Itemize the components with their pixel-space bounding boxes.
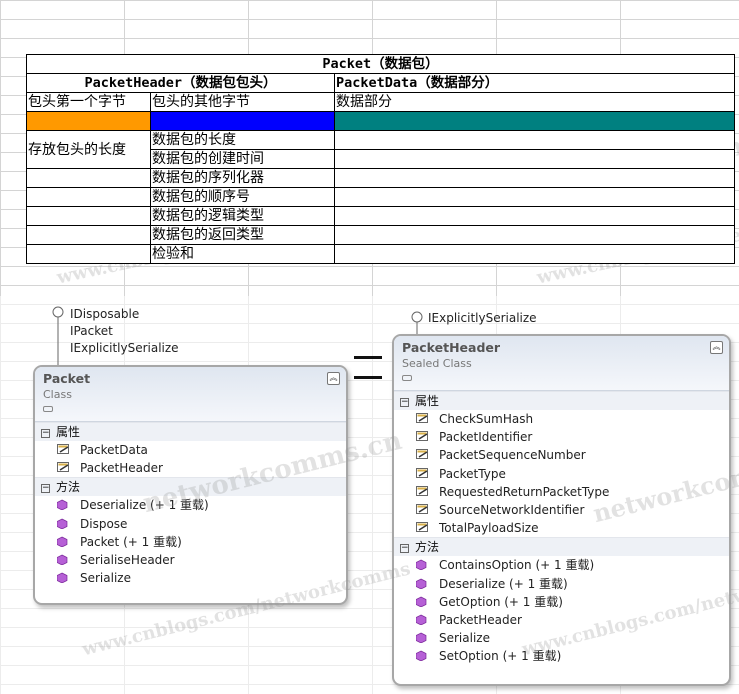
header-item: 数据包的逻辑类型: [150, 206, 335, 226]
property-icon: [416, 431, 428, 442]
methods-section[interactable]: − 方法: [394, 537, 729, 557]
interface-label: IDisposable: [70, 307, 140, 321]
properties-section[interactable]: − 属性: [394, 391, 729, 410]
packet-interface-lollipop: [52, 306, 64, 366]
property-icon: [416, 413, 428, 423]
method-icon: [416, 650, 427, 662]
method-row[interactable]: Dispose: [35, 515, 346, 533]
interface-label: IExplicitlySerialize: [70, 341, 179, 355]
properties-section[interactable]: − 属性: [35, 422, 346, 441]
data-color: [334, 111, 735, 131]
method-row[interactable]: Packet (+ 1 重载): [35, 533, 346, 551]
property-icon: [416, 467, 428, 478]
interface-label: IPacket: [70, 324, 113, 338]
method-icon: [416, 632, 427, 644]
class-kind: Class: [43, 388, 72, 401]
method-icon: [57, 572, 68, 584]
header-interface-lollipop: [411, 311, 423, 335]
header-item: 数据包的长度: [150, 130, 335, 150]
first-byte-color: [26, 111, 151, 131]
packet-structure-table: Packet（数据包） PacketHeader（数据包包头） PacketDa…: [26, 54, 735, 264]
section-title: 属性: [56, 425, 81, 439]
class-header: Packet Class ︽: [35, 367, 346, 422]
class-kind: Sealed Class: [402, 357, 472, 370]
method-icon: [57, 518, 68, 529]
header-column-title: PacketHeader（数据包包头）: [26, 73, 335, 93]
section-title: 方法: [415, 540, 440, 555]
header-item: 数据包的顺序号: [150, 187, 335, 207]
method-icon: [416, 614, 427, 625]
header-item: 数据包的返回类型: [150, 225, 335, 245]
collapse-section-icon[interactable]: −: [400, 398, 409, 407]
method-icon: [416, 578, 427, 589]
class-header: PacketHeader Sealed Class ︽: [394, 336, 729, 391]
property-row[interactable]: PacketIdentifier: [394, 428, 729, 446]
property-icon: [57, 444, 69, 454]
method-row[interactable]: SerialiseHeader: [35, 551, 346, 569]
property-icon: [416, 485, 428, 496]
class-name: Packet: [43, 371, 91, 386]
header-item: 检验和: [150, 244, 335, 264]
first-byte-label: 包头第一个字节: [26, 92, 151, 112]
property-icon: [57, 462, 69, 473]
other-bytes-label: 包头的其他字节: [150, 92, 335, 112]
collapse-icon[interactable]: ︽: [327, 372, 340, 385]
table-title: Packet（数据包）: [26, 54, 735, 74]
method-icon: [416, 559, 427, 571]
property-row[interactable]: TotalPayloadSize: [394, 519, 729, 537]
property-icon: [416, 522, 428, 533]
interface-label: IExplicitlySerialize: [428, 311, 537, 325]
property-icon: [416, 449, 428, 460]
section-title: 方法: [56, 480, 81, 495]
first-byte-desc: 存放包头的长度: [26, 130, 151, 169]
packet-interfaces: IDisposable IPacket IExplicitlySerialize: [70, 306, 179, 357]
method-row[interactable]: Deserialize (+ 1 重载): [394, 575, 729, 593]
property-row[interactable]: PacketSequenceNumber: [394, 446, 729, 464]
association-line: [354, 376, 382, 379]
property-icon: [416, 503, 428, 514]
details-icon: [402, 375, 412, 381]
collapse-section-icon[interactable]: −: [41, 484, 50, 494]
data-column-title: PacketData（数据部分）: [334, 73, 735, 93]
section-title: 属性: [415, 394, 440, 408]
data-part-label: 数据部分: [334, 92, 735, 112]
header-item: 数据包的创建时间: [150, 149, 335, 169]
header-item: 数据包的序列化器: [150, 168, 335, 188]
class-name: PacketHeader: [402, 340, 501, 355]
collapse-icon[interactable]: ︽: [710, 341, 723, 354]
association-line: [354, 356, 382, 359]
method-icon: [57, 554, 68, 565]
property-row[interactable]: CheckSumHash: [394, 410, 729, 428]
method-icon: [57, 536, 68, 547]
other-bytes-color: [150, 111, 335, 131]
collapse-section-icon[interactable]: −: [400, 544, 409, 554]
details-icon: [43, 406, 53, 412]
method-row[interactable]: ContainsOption (+ 1 重载): [394, 556, 729, 574]
method-icon: [416, 596, 427, 607]
collapse-section-icon[interactable]: −: [41, 429, 50, 438]
method-icon: [57, 499, 68, 511]
